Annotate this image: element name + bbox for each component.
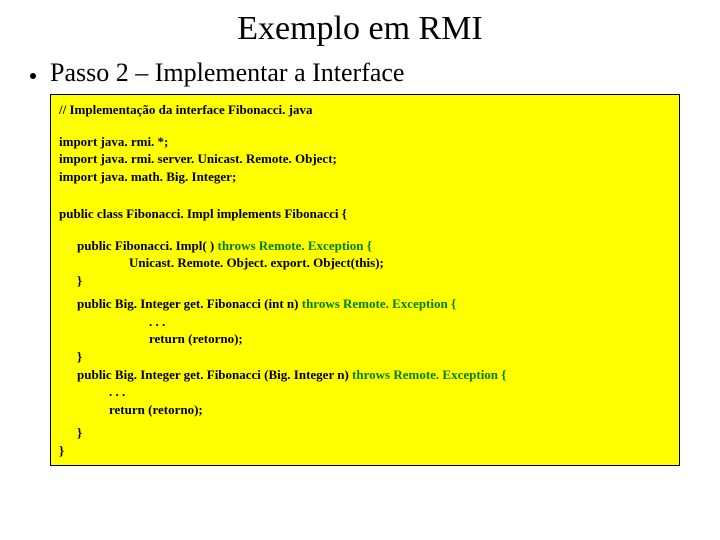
code-line: . . . <box>59 313 671 331</box>
method1-decl: public Big. Integer get. Fibonacci (int … <box>77 296 302 311</box>
code-line: public Fibonacci. Impl( ) throws Remote.… <box>59 237 671 255</box>
ctor-decl: public Fibonacci. Impl( ) <box>77 238 218 253</box>
code-box: // Implementação da interface Fibonacci.… <box>50 94 680 466</box>
code-line: . . . <box>59 383 671 401</box>
slide-subtitle: Passo 2 – Implementar a Interface <box>50 58 404 88</box>
bullet-icon <box>30 73 36 79</box>
slide-title: Exemplo em RMI <box>30 10 690 48</box>
code-comment: // Implementação da interface Fibonacci.… <box>59 101 671 119</box>
code-line: import java. rmi. *; <box>59 133 671 151</box>
code-line: return (retorno); <box>59 330 671 348</box>
code-line: return (retorno); <box>59 401 671 419</box>
code-line: public class Fibonacci. Impl implements … <box>59 205 671 223</box>
throws-clause: throws Remote. Exception { <box>352 367 506 382</box>
code-line: } <box>59 272 671 290</box>
code-line: import java. math. Big. Integer; <box>59 168 671 186</box>
code-line: public Big. Integer get. Fibonacci (int … <box>59 295 671 313</box>
code-line: public Big. Integer get. Fibonacci (Big.… <box>59 366 671 384</box>
code-line: } <box>59 348 671 366</box>
method2-decl: public Big. Integer get. Fibonacci (Big.… <box>77 367 352 382</box>
code-line: } <box>59 424 671 442</box>
subtitle-row: Passo 2 – Implementar a Interface <box>30 58 690 94</box>
code-line: Unicast. Remote. Object. export. Object(… <box>59 254 671 272</box>
code-line: import java. rmi. server. Unicast. Remot… <box>59 150 671 168</box>
throws-clause: throws Remote. Exception { <box>218 238 372 253</box>
throws-clause: throws Remote. Exception { <box>302 296 456 311</box>
code-line: } <box>59 442 671 460</box>
